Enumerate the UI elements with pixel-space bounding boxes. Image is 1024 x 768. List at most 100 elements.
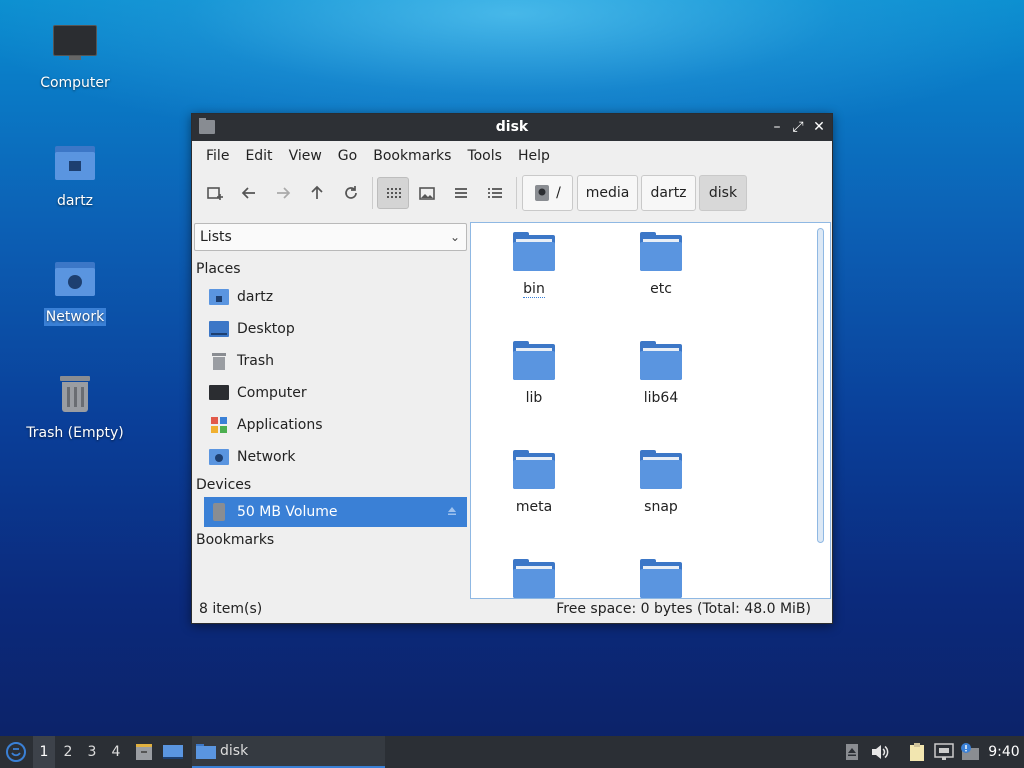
file-cabinet-icon xyxy=(136,744,152,760)
free-space: Free space: 0 bytes (Total: 48.0 MiB) xyxy=(556,601,811,617)
folder-icon xyxy=(513,341,555,382)
notifications-button[interactable] xyxy=(958,736,982,768)
home-folder-icon xyxy=(209,287,229,307)
menu-go[interactable]: Go xyxy=(330,148,365,164)
desktop-icon-label: Trash (Empty) xyxy=(26,425,124,441)
status-bar: 8 item(s) Free space: 0 bytes (Total: 48… xyxy=(193,597,831,623)
up-button[interactable] xyxy=(301,177,333,209)
menu-edit[interactable]: Edit xyxy=(237,148,280,164)
taskbar-task-label: disk xyxy=(220,743,249,759)
reload-icon xyxy=(345,186,357,199)
taskbar-task-disk[interactable]: disk xyxy=(192,736,385,768)
close-button[interactable]: ✕ xyxy=(810,118,828,136)
sidebar-item-computer[interactable]: Computer xyxy=(204,378,467,408)
path-segment-label: media xyxy=(585,185,630,201)
folder-icon xyxy=(513,232,555,273)
path-segment-disk[interactable]: disk xyxy=(699,175,747,211)
menu-tools[interactable]: Tools xyxy=(459,148,510,164)
window-titlebar[interactable]: disk – ⤢ ✕ xyxy=(192,114,832,141)
sidebar-item-trash[interactable]: Trash xyxy=(204,346,467,376)
places-header: Places xyxy=(196,261,241,277)
volume-button[interactable] xyxy=(868,736,892,768)
file-item-meta[interactable]: meta xyxy=(479,450,589,515)
thumbnail-view-button[interactable] xyxy=(411,177,443,209)
computer-icon xyxy=(51,22,99,70)
file-manager-window: disk – ⤢ ✕ File Edit View Go Bookmarks T… xyxy=(191,113,833,624)
file-item[interactable] xyxy=(479,559,589,598)
reload-button[interactable] xyxy=(335,177,367,209)
workspace-3[interactable]: 3 xyxy=(81,736,103,768)
new-tab-icon xyxy=(207,187,223,200)
network-folder-icon xyxy=(209,447,229,467)
sidebar-item-50mb-volume[interactable]: 50 MB Volume xyxy=(204,497,467,527)
applications-icon xyxy=(209,415,229,435)
file-item-bin[interactable]: bin xyxy=(479,232,589,298)
image-icon xyxy=(419,187,435,200)
desktop-icon-network[interactable]: Network xyxy=(20,256,130,326)
menu-help[interactable]: Help xyxy=(510,148,558,164)
folder-icon xyxy=(513,559,555,598)
path-segment-dartz[interactable]: dartz xyxy=(641,175,696,211)
back-button[interactable] xyxy=(233,177,265,209)
detailed-list-view-button[interactable] xyxy=(479,177,511,209)
file-item[interactable] xyxy=(606,559,716,598)
menubar: File Edit View Go Bookmarks Tools Help xyxy=(192,141,832,171)
path-root-label: / xyxy=(556,185,561,201)
arrow-up-icon xyxy=(311,185,323,199)
update-notification-icon xyxy=(961,743,979,760)
path-segment-label: dartz xyxy=(650,185,687,201)
eject-tray-button[interactable] xyxy=(842,736,862,768)
folder-icon xyxy=(640,450,682,491)
menu-file[interactable]: File xyxy=(198,148,237,164)
file-name: meta xyxy=(515,499,553,515)
side-panel-mode-label: Lists xyxy=(200,229,232,245)
sidebar-item-label: Applications xyxy=(237,417,323,433)
menu-view[interactable]: View xyxy=(281,148,330,164)
clipboard-button[interactable] xyxy=(905,736,929,768)
side-panel: Lists ⌄ Places dartz Desktop Trash Compu… xyxy=(193,222,468,597)
icon-view-button[interactable] xyxy=(377,177,409,209)
desktop-icon-computer[interactable]: Computer xyxy=(20,22,130,92)
list-compact-icon xyxy=(455,188,467,198)
workspace-1[interactable]: 1 xyxy=(33,736,55,768)
compact-view-button[interactable] xyxy=(445,177,477,209)
side-panel-mode-select[interactable]: Lists ⌄ xyxy=(194,223,467,251)
desktop-icon-home[interactable]: dartz xyxy=(20,140,130,210)
clock[interactable]: 9:40 xyxy=(986,736,1022,768)
sidebar-item-label: Computer xyxy=(237,385,307,401)
folder-icon xyxy=(640,559,682,598)
file-item-snap[interactable]: snap xyxy=(606,450,716,515)
eject-icon[interactable] xyxy=(447,506,457,516)
folder-icon xyxy=(513,450,555,491)
desktop-icon-label: Network xyxy=(43,308,107,326)
menu-bookmarks[interactable]: Bookmarks xyxy=(365,148,459,164)
sidebar-item-dartz[interactable]: dartz xyxy=(204,282,467,312)
file-item-etc[interactable]: etc xyxy=(606,232,716,297)
toolbar: / media dartz disk xyxy=(192,171,832,213)
list-detail-icon xyxy=(488,188,502,198)
sidebar-item-desktop[interactable]: Desktop xyxy=(204,314,467,344)
forward-button[interactable] xyxy=(267,177,299,209)
item-count: 8 item(s) xyxy=(199,601,263,617)
sidebar-item-network[interactable]: Network xyxy=(204,442,467,472)
network-tray-button[interactable] xyxy=(932,736,956,768)
minimize-button[interactable]: – xyxy=(768,118,786,136)
file-item-lib[interactable]: lib xyxy=(479,341,589,406)
file-manager-launcher[interactable] xyxy=(132,736,156,768)
path-segment-media[interactable]: media xyxy=(577,175,638,211)
workspace-4[interactable]: 4 xyxy=(105,736,127,768)
clipboard-icon xyxy=(910,743,924,761)
sidebar-item-applications[interactable]: Applications xyxy=(204,410,467,440)
file-name: lib xyxy=(525,390,543,406)
new-tab-button[interactable] xyxy=(199,177,231,209)
maximize-button[interactable]: ⤢ xyxy=(789,118,807,136)
workspace-2[interactable]: 2 xyxy=(57,736,79,768)
show-desktop-button[interactable] xyxy=(160,736,186,768)
path-root-button[interactable]: / xyxy=(522,175,573,211)
taskbar: 1 2 3 4 disk 9:40 xyxy=(0,736,1024,768)
start-menu-button[interactable] xyxy=(2,736,30,768)
vertical-scrollbar[interactable] xyxy=(817,228,824,543)
file-view[interactable]: bin etc lib lib64 meta snap xyxy=(470,222,831,599)
file-item-lib64[interactable]: lib64 xyxy=(606,341,716,406)
desktop-icon-trash[interactable]: Trash (Empty) xyxy=(20,372,130,442)
